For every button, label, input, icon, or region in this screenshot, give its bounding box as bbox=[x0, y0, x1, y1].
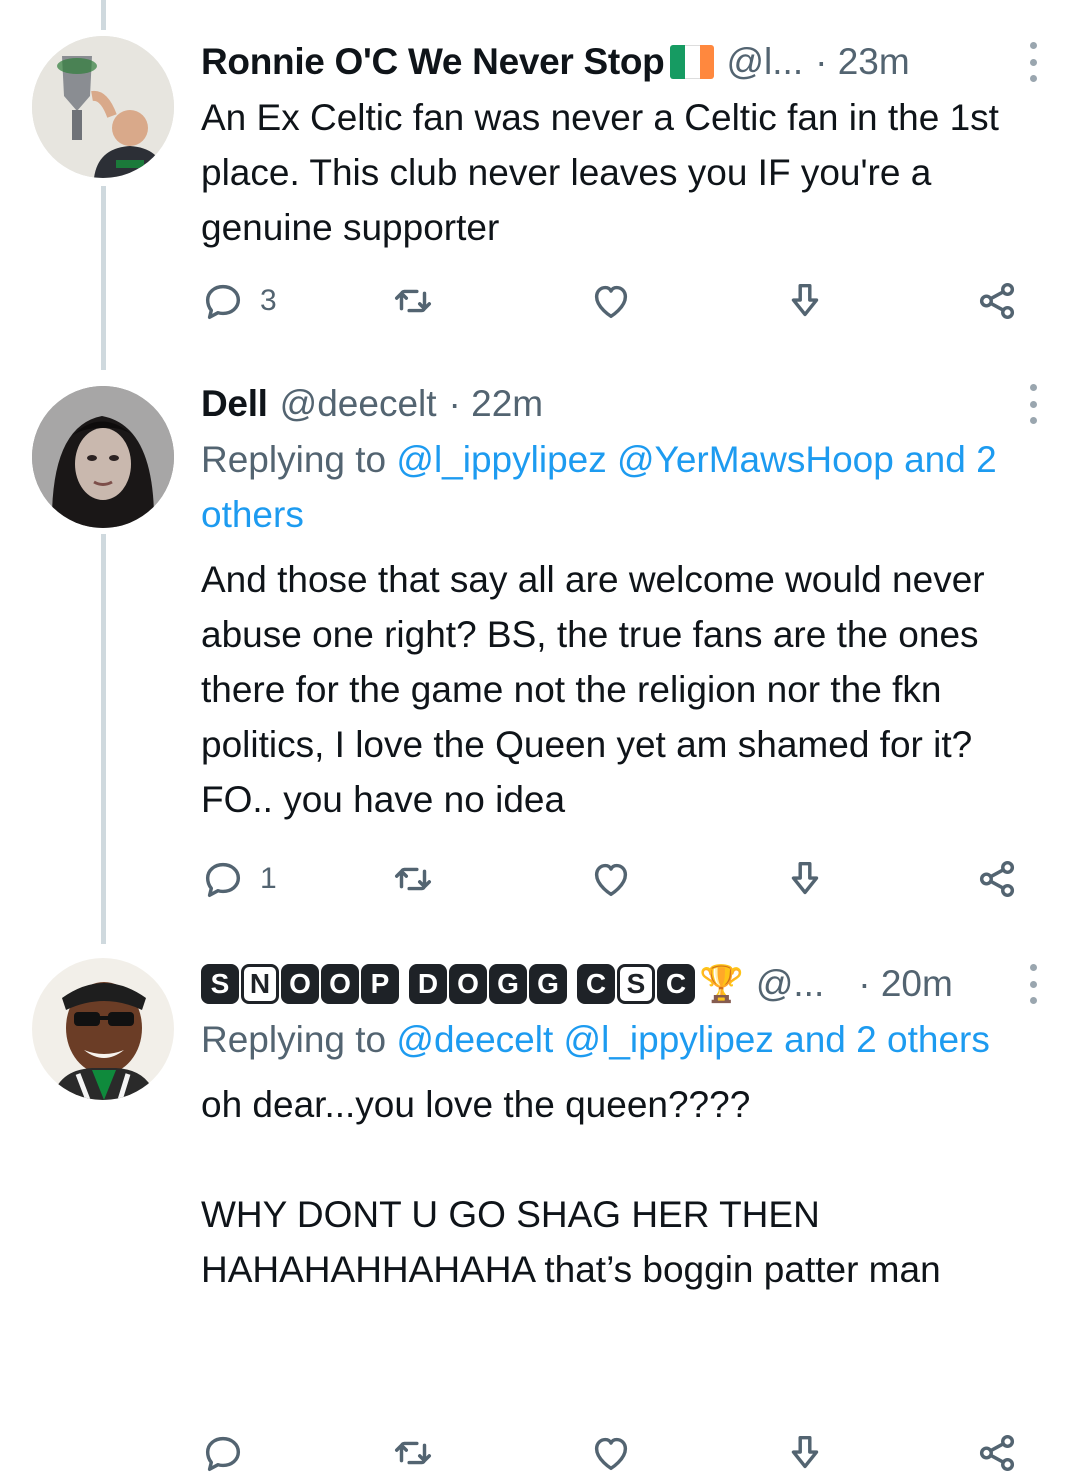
display-name-letter: P bbox=[361, 964, 399, 1004]
replying-to: Replying to @l_ippylipez @YerMawsHoop an… bbox=[201, 432, 1044, 542]
tweet-header: S N O O P D O G G C S C 🏆 @... · 20m bbox=[201, 956, 1044, 1012]
share-button[interactable] bbox=[974, 1428, 1020, 1478]
display-name-letter: D bbox=[409, 964, 447, 1004]
tweet-text: And those that say all are welcome would… bbox=[201, 559, 995, 820]
reply-count: 1 bbox=[260, 862, 277, 895]
tweet-actions bbox=[200, 1428, 1030, 1478]
replying-to-links[interactable]: @deecelt @l_ippylipez and 2 others bbox=[396, 1019, 989, 1060]
replying-to: Replying to @deecelt @l_ippylipez and 2 … bbox=[201, 1012, 1044, 1067]
retweet-button[interactable] bbox=[390, 854, 436, 904]
tweet-header: Dell @deecelt · 22m bbox=[201, 376, 1044, 432]
display-name-letter: O bbox=[281, 964, 319, 1004]
reply-button[interactable]: 1 bbox=[200, 854, 277, 904]
avatar-man-sunglasses-icon bbox=[32, 958, 174, 1100]
display-name-letter: O bbox=[449, 964, 487, 1004]
like-button[interactable] bbox=[588, 854, 634, 904]
avatar-woman-icon bbox=[32, 386, 174, 528]
replying-prefix: Replying to bbox=[201, 1019, 387, 1060]
tweet[interactable]: Ronnie O'C We Never Stop @l... · 23m An … bbox=[0, 0, 1080, 360]
avatar[interactable] bbox=[32, 36, 174, 178]
share-icon bbox=[979, 1434, 1015, 1472]
reply-count: 3 bbox=[260, 284, 277, 317]
tweet-actions: 1 bbox=[200, 854, 1030, 904]
retweet-icon bbox=[394, 289, 432, 313]
tweet-header: Ronnie O'C We Never Stop @l... · 23m bbox=[201, 34, 1044, 90]
display-name-letter: C bbox=[577, 964, 615, 1004]
avatar[interactable] bbox=[32, 958, 174, 1100]
avatar-man-with-trophy-icon bbox=[32, 36, 174, 178]
heart-icon bbox=[594, 863, 628, 897]
display-name-letter: O bbox=[321, 964, 359, 1004]
heart-icon bbox=[594, 1437, 628, 1471]
irish-flag-icon bbox=[670, 45, 715, 79]
downvote-button[interactable] bbox=[782, 1428, 828, 1478]
reply-button[interactable]: 3 bbox=[200, 276, 277, 326]
tweet-actions: 3 bbox=[200, 276, 1030, 326]
heart-icon bbox=[594, 285, 628, 319]
trophy-icon: 🏆 bbox=[699, 963, 744, 1004]
share-button[interactable] bbox=[974, 276, 1020, 326]
retweet-icon bbox=[394, 1441, 432, 1465]
tweet-text: oh dear...you love the queen???? WHY DON… bbox=[201, 1084, 941, 1290]
downvote-button[interactable] bbox=[782, 276, 828, 326]
display-name-letter: G bbox=[529, 964, 567, 1004]
timestamp[interactable]: · 23m bbox=[815, 41, 910, 83]
display-name[interactable]: Dell bbox=[201, 383, 268, 425]
more-options-icon[interactable] bbox=[1022, 384, 1044, 424]
display-name-part[interactable]: C S C bbox=[577, 964, 695, 1004]
share-button[interactable] bbox=[974, 854, 1020, 904]
reply-icon bbox=[205, 862, 241, 898]
display-name-letter: S bbox=[617, 964, 655, 1004]
arrow-down-icon bbox=[791, 283, 819, 317]
timestamp[interactable]: · 20m bbox=[858, 963, 953, 1005]
downvote-button[interactable] bbox=[782, 854, 828, 904]
more-options-icon[interactable] bbox=[1022, 964, 1044, 1004]
share-icon bbox=[979, 282, 1015, 320]
reply-button[interactable] bbox=[200, 1428, 246, 1478]
handle[interactable]: @l... bbox=[726, 41, 803, 83]
display-name-letter: S bbox=[201, 964, 239, 1004]
retweet-button[interactable] bbox=[390, 276, 436, 326]
retweet-button[interactable] bbox=[390, 1428, 436, 1478]
share-icon bbox=[979, 860, 1015, 898]
retweet-icon bbox=[394, 867, 432, 891]
display-name-part[interactable]: D O G G bbox=[409, 964, 567, 1004]
like-button[interactable] bbox=[588, 276, 634, 326]
tweet[interactable]: Dell @deecelt · 22m Replying to @l_ippyl… bbox=[0, 370, 1080, 930]
display-name-letter: N bbox=[241, 964, 279, 1004]
handle[interactable]: @... bbox=[756, 963, 824, 1005]
like-button[interactable] bbox=[588, 1428, 634, 1478]
display-name[interactable]: S N O O P bbox=[201, 964, 399, 1004]
handle[interactable]: @deecelt bbox=[280, 383, 437, 425]
replying-prefix: Replying to bbox=[201, 439, 387, 480]
arrow-down-icon bbox=[791, 861, 819, 895]
reply-icon bbox=[205, 284, 241, 320]
reply-icon bbox=[205, 1436, 241, 1472]
arrow-down-icon bbox=[791, 1435, 819, 1469]
timestamp[interactable]: · 22m bbox=[449, 383, 544, 425]
display-name-letter: C bbox=[657, 964, 695, 1004]
tweet[interactable]: S N O O P D O G G C S C 🏆 @... · 20m Rep… bbox=[0, 950, 1080, 1480]
more-options-icon[interactable] bbox=[1022, 42, 1044, 82]
tweet-text: An Ex Celtic fan was never a Celtic fan … bbox=[201, 97, 1010, 248]
display-name-letter: G bbox=[489, 964, 527, 1004]
display-name[interactable]: Ronnie O'C We Never Stop bbox=[201, 41, 665, 83]
avatar[interactable] bbox=[32, 386, 174, 528]
